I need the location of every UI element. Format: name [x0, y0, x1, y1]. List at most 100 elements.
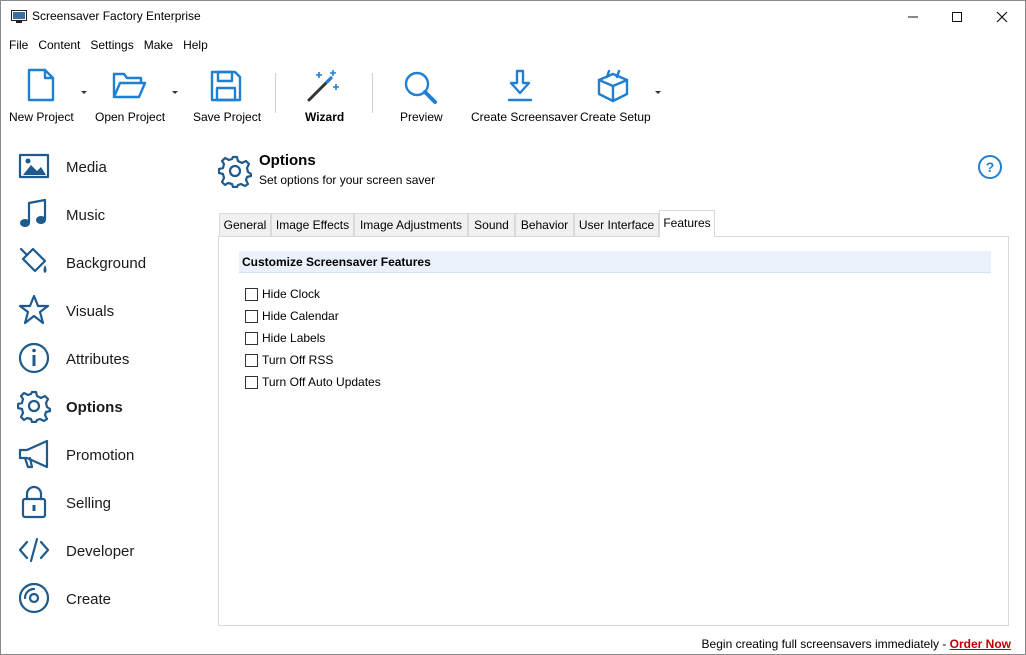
megaphone-icon [18, 439, 49, 469]
new-project-button[interactable]: New Project [6, 58, 76, 129]
sidebar-item-background[interactable]: Background [1, 241, 206, 281]
sidebar-item-create[interactable]: Create [1, 577, 206, 617]
sidebar-item-attributes[interactable]: Attributes [1, 337, 206, 377]
checkbox-label: Turn Off RSS [262, 353, 334, 367]
features-group-header: Customize Screensaver Features [239, 251, 991, 273]
gear-icon [218, 155, 252, 188]
sidebar-item-label: Visuals [66, 303, 115, 320]
tab-image-adjustments[interactable]: Image Adjustments [354, 213, 468, 237]
info-icon [18, 342, 50, 374]
paint-bucket-icon [19, 247, 47, 273]
sidebar-item-developer[interactable]: Developer [1, 529, 206, 569]
tab-features[interactable]: Features [659, 210, 715, 237]
new-project-label: New Project [9, 110, 74, 124]
code-icon [18, 537, 50, 563]
wizard-button[interactable]: Wizard [293, 58, 355, 129]
image-icon [18, 153, 50, 179]
sidebar-item-options[interactable]: Options [1, 385, 206, 425]
music-note-icon [20, 198, 47, 227]
maximize-button[interactable] [934, 1, 980, 32]
folder-open-icon [112, 72, 147, 99]
window-title: Screensaver Factory Enterprise [32, 9, 201, 23]
toolbar: New Project Open Project Save Project Wi… [1, 58, 1025, 129]
checkbox-box[interactable] [245, 287, 258, 301]
sidebar-item-label: Promotion [66, 447, 135, 464]
menu-make[interactable]: Make [138, 35, 177, 55]
tab-user-interface[interactable]: User Interface [574, 213, 659, 237]
save-disk-icon [210, 70, 242, 102]
sidebar-item-music[interactable]: Music [1, 193, 206, 233]
sidebar-item-visuals[interactable]: Visuals [1, 289, 206, 329]
checkbox-label: Hide Clock [262, 287, 321, 301]
turn-off-auto-updates-checkbox[interactable]: Turn Off Auto Updates [245, 373, 381, 391]
create-screensaver-button[interactable]: Create Screensaver [469, 58, 578, 129]
new-project-dropdown-arrow[interactable] [81, 91, 87, 94]
create-screensaver-label: Create Screensaver [471, 110, 578, 124]
save-project-label: Save Project [193, 110, 262, 124]
save-project-button[interactable]: Save Project [191, 58, 261, 129]
help-icon[interactable]: ? [977, 154, 1003, 180]
footer-promo: Begin creating full screensavers immedia… [702, 637, 1011, 651]
minimize-icon [908, 16, 918, 17]
checkbox-label: Turn Off Auto Updates [262, 375, 381, 389]
tab-image-effects[interactable]: Image Effects [271, 213, 354, 237]
checkbox-box[interactable] [245, 353, 258, 367]
new-file-icon [27, 68, 55, 102]
tab-sound[interactable]: Sound [468, 213, 515, 237]
sidebar-item-label: Create [66, 591, 112, 608]
checkbox-box[interactable] [245, 331, 258, 345]
lock-icon [21, 485, 47, 519]
checkbox-box[interactable] [245, 309, 258, 323]
wizard-label: Wizard [305, 110, 345, 124]
create-setup-button[interactable]: Create Setup [577, 58, 651, 129]
package-box-icon [597, 69, 629, 103]
close-icon [996, 11, 1008, 22]
sidebar-item-label: Media [66, 159, 107, 176]
preview-button[interactable]: Preview [394, 58, 448, 129]
magic-wand-icon [307, 70, 339, 102]
order-now-link[interactable]: Order Now [950, 637, 1011, 651]
create-setup-dropdown-arrow[interactable] [655, 91, 661, 94]
open-project-button[interactable]: Open Project [93, 58, 169, 129]
minimize-button[interactable] [890, 1, 936, 32]
tab-behavior[interactable]: Behavior [515, 213, 574, 237]
footer-text: Begin creating full screensavers immedia… [701, 637, 950, 651]
open-project-label: Open Project [95, 110, 166, 124]
gear-icon [17, 390, 51, 423]
svg-text:?: ? [986, 159, 995, 175]
app-window: Screensaver Factory Enterprise File Cont… [0, 0, 1026, 655]
turn-off-rss-checkbox[interactable]: Turn Off RSS [245, 351, 333, 369]
menu-settings[interactable]: Settings [84, 35, 137, 55]
title-bar[interactable]: Screensaver Factory Enterprise [1, 1, 1025, 32]
menu-bar: File Content Settings Make Help [1, 34, 1025, 56]
star-icon [18, 294, 50, 325]
menu-file[interactable]: File [3, 35, 32, 55]
checkbox-box[interactable] [245, 375, 258, 389]
create-setup-label: Create Setup [580, 110, 651, 124]
checkbox-label: Hide Labels [262, 331, 326, 345]
sidebar-item-label: Developer [66, 543, 135, 560]
sidebar-item-promotion[interactable]: Promotion [1, 433, 206, 473]
magnifier-icon [404, 71, 437, 104]
tab-general[interactable]: General [219, 213, 271, 237]
sidebar-item-label: Selling [66, 495, 112, 512]
sidebar-item-label: Options [66, 399, 123, 416]
features-panel: Customize Screensaver Features Hide Cloc… [218, 236, 1009, 626]
sidebar-item-label: Background [66, 255, 147, 272]
sidebar-item-selling[interactable]: Selling [1, 481, 206, 521]
checkbox-label: Hide Calendar [262, 309, 339, 323]
hide-labels-checkbox[interactable]: Hide Labels [245, 329, 325, 347]
sidebar-item-media[interactable]: Media [1, 145, 206, 185]
open-project-dropdown-arrow[interactable] [172, 91, 178, 94]
page-subtitle: Set options for your screen saver [259, 173, 436, 187]
sidebar-nav: Media Music Background Visuals Attribute… [1, 141, 206, 621]
toolbar-separator [275, 73, 276, 113]
download-arrow-icon [507, 69, 533, 102]
menu-content[interactable]: Content [32, 35, 84, 55]
menu-help[interactable]: Help [177, 35, 212, 55]
sidebar-item-label: Music [66, 207, 106, 224]
close-button[interactable] [979, 1, 1025, 32]
toolbar-separator [372, 73, 373, 113]
hide-calendar-checkbox[interactable]: Hide Calendar [245, 307, 339, 325]
hide-clock-checkbox[interactable]: Hide Clock [245, 285, 320, 303]
